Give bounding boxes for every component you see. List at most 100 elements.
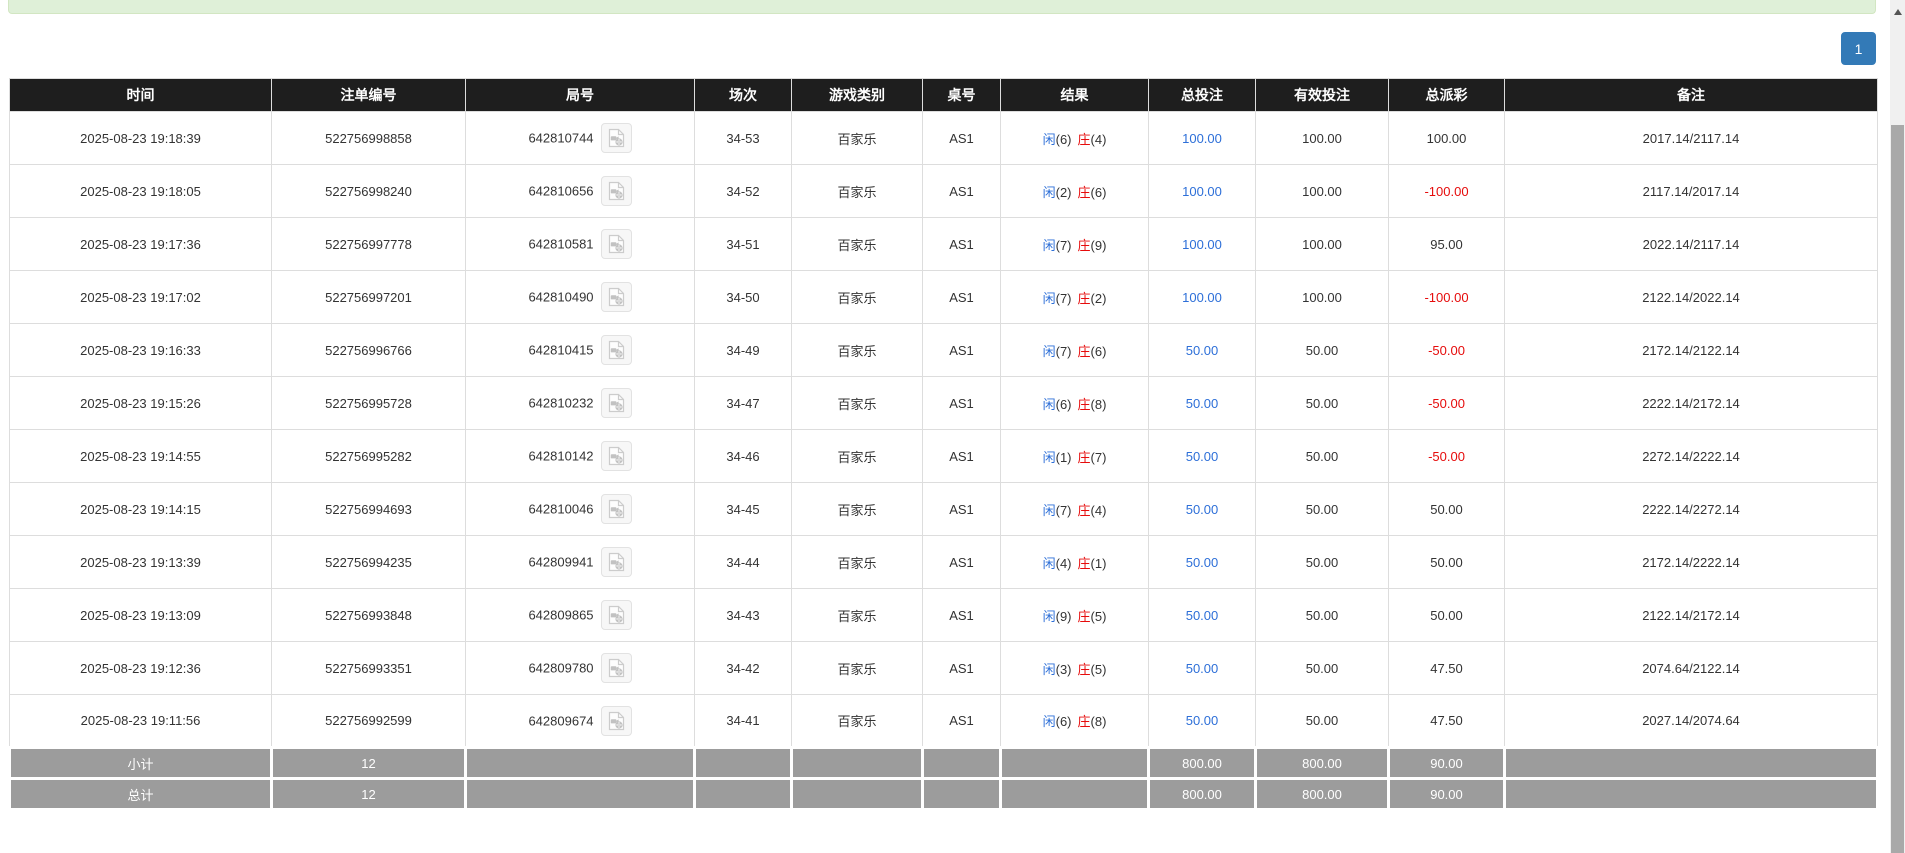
cell-table-no: AS1 (922, 323, 1001, 377)
header-remark: 备注 (1504, 78, 1878, 112)
result-player-label: 闲 (1042, 131, 1056, 147)
video-replay-button[interactable] (600, 600, 632, 630)
cell-valid-bet: 100.00 (1255, 270, 1389, 324)
cell-total-bet: 50.00 (1148, 588, 1256, 642)
cell-total-bet: 50.00 (1148, 376, 1256, 430)
video-replay-icon (608, 340, 624, 360)
cell-session: 34-47 (694, 376, 792, 430)
result-player-label: 闲 (1042, 661, 1056, 677)
result-banker-score: (8) (1090, 396, 1107, 412)
cell-game-type: 百家乐 (791, 376, 923, 430)
cell-round: 642809941 (465, 535, 695, 589)
cell-valid-bet: 100.00 (1255, 217, 1389, 271)
result-banker-label: 庄 (1077, 290, 1091, 306)
result-player-score: (1) (1055, 449, 1072, 465)
result-player-score: (7) (1055, 343, 1072, 359)
cell-bet-id: 522756995282 (271, 429, 466, 483)
result-player-score: (6) (1055, 131, 1072, 147)
cell-session: 34-41 (694, 694, 792, 748)
cell-payout: -100.00 (1388, 164, 1505, 218)
cell-time: 2025-08-23 19:13:39 (9, 535, 272, 589)
subtotal-total-bet: 800.00 (1147, 746, 1257, 780)
cell-bet-id: 522756993848 (271, 588, 466, 642)
video-replay-button[interactable] (600, 653, 632, 683)
cell-valid-bet: 50.00 (1255, 323, 1389, 377)
cell-round: 642810581 (465, 217, 695, 271)
cell-round: 642810232 (465, 376, 695, 430)
cell-payout: 47.50 (1388, 641, 1505, 695)
cell-bet-id: 522756997778 (271, 217, 466, 271)
video-replay-button[interactable] (600, 123, 632, 153)
round-number: 642810656 (528, 183, 594, 199)
cell-session: 34-45 (694, 482, 792, 536)
round-number: 642810046 (528, 501, 594, 517)
result-banker-score: (6) (1090, 184, 1107, 200)
cell-result: 闲(7) 庄(6) (1000, 323, 1149, 377)
cell-remark: 2122.14/2172.14 (1504, 588, 1878, 642)
cell-valid-bet: 50.00 (1255, 376, 1389, 430)
video-replay-button[interactable] (600, 229, 632, 259)
pagination-page-1[interactable]: 1 (1841, 32, 1876, 65)
cell-game-type: 百家乐 (791, 482, 923, 536)
video-replay-button[interactable] (600, 335, 632, 365)
cell-remark: 2074.64/2122.14 (1504, 641, 1878, 695)
video-replay-button[interactable] (600, 705, 632, 736)
cell-total-bet: 100.00 (1148, 111, 1256, 165)
header-round: 局号 (465, 78, 695, 112)
cell-remark: 2027.14/2074.64 (1504, 694, 1878, 748)
video-replay-button[interactable] (600, 176, 632, 206)
cell-session: 34-44 (694, 535, 792, 589)
cell-time: 2025-08-23 19:11:56 (9, 694, 272, 748)
video-replay-icon (608, 499, 624, 519)
cell-total-bet: 100.00 (1148, 270, 1256, 324)
video-replay-button[interactable] (600, 547, 632, 577)
cell-bet-id: 522756997201 (271, 270, 466, 324)
grand-total-empty-session (693, 777, 793, 811)
round-number: 642810232 (528, 395, 594, 411)
scroll-up-button[interactable] (1890, 0, 1905, 24)
cell-payout: 95.00 (1388, 217, 1505, 271)
cell-total-bet: 100.00 (1148, 217, 1256, 271)
result-player-label: 闲 (1042, 449, 1056, 465)
scrollbar-thumb[interactable] (1891, 125, 1904, 853)
table-row: 2025-08-23 19:17:36 522756997778 6428105… (9, 217, 1878, 271)
result-player-label: 闲 (1042, 290, 1056, 306)
cell-remark: 2117.14/2017.14 (1504, 164, 1878, 218)
header-table-no: 桌号 (922, 78, 1001, 112)
cell-remark: 2222.14/2272.14 (1504, 482, 1878, 536)
cell-table-no: AS1 (922, 164, 1001, 218)
cell-bet-id: 522756996766 (271, 323, 466, 377)
cell-round: 642810142 (465, 429, 695, 483)
video-replay-button[interactable] (600, 282, 632, 312)
video-replay-button[interactable] (600, 494, 632, 524)
result-player-score: (7) (1055, 290, 1072, 306)
cell-payout: 50.00 (1388, 482, 1505, 536)
cell-round: 642810046 (465, 482, 695, 536)
cell-result: 闲(6) 庄(4) (1000, 111, 1149, 165)
cell-time: 2025-08-23 19:13:09 (9, 588, 272, 642)
result-banker-label: 庄 (1077, 661, 1091, 677)
cell-round: 642809865 (465, 588, 695, 642)
result-player-label: 闲 (1042, 714, 1056, 729)
result-banker-label: 庄 (1077, 502, 1091, 518)
video-replay-button[interactable] (600, 441, 632, 471)
result-player-score: (3) (1055, 661, 1072, 677)
cell-remark: 2222.14/2172.14 (1504, 376, 1878, 430)
cell-valid-bet: 50.00 (1255, 588, 1389, 642)
round-number: 642809674 (528, 713, 594, 728)
grand-total-total-bet: 800.00 (1147, 777, 1257, 811)
video-replay-icon (608, 181, 624, 201)
cell-game-type: 百家乐 (791, 323, 923, 377)
table-row: 2025-08-23 19:17:02 522756997201 6428104… (9, 270, 1878, 324)
cell-time: 2025-08-23 19:17:36 (9, 217, 272, 271)
cell-table-no: AS1 (922, 376, 1001, 430)
cell-table-no: AS1 (922, 270, 1001, 324)
result-banker-label: 庄 (1077, 184, 1091, 200)
vertical-scrollbar (1890, 0, 1905, 853)
subtotal-empty-session (693, 746, 793, 780)
result-banker-score: (5) (1090, 608, 1107, 624)
cell-payout: 100.00 (1388, 111, 1505, 165)
cell-remark: 2172.14/2222.14 (1504, 535, 1878, 589)
video-replay-button[interactable] (600, 388, 632, 418)
table-row: 2025-08-23 19:14:15 522756994693 6428100… (9, 482, 1878, 536)
